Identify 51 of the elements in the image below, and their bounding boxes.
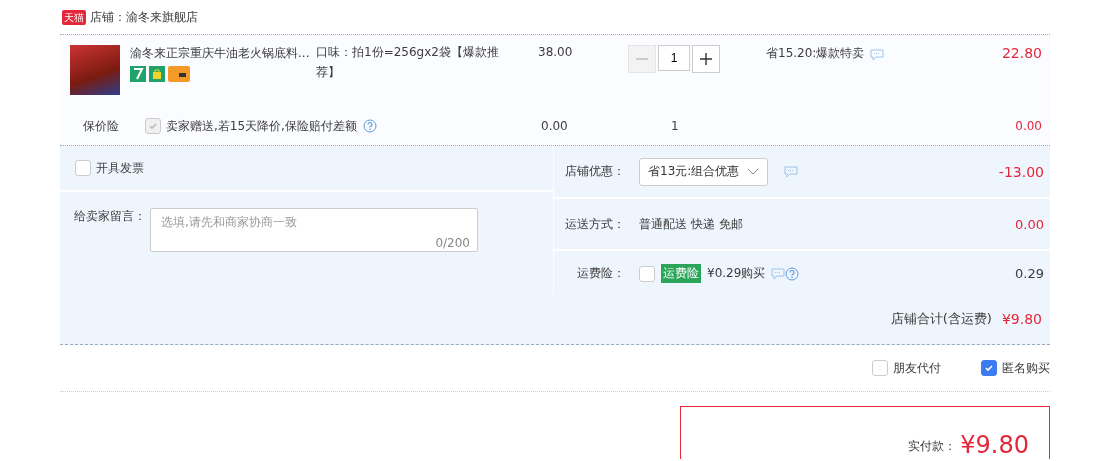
unit-price: 38.00 xyxy=(538,45,574,61)
discount-dropdown[interactable]: 省13元:组合优惠 xyxy=(639,157,769,186)
insurance-text: 卖家赠送,若15天降价,保险赔付差额 xyxy=(166,117,357,135)
item-subtotal: 22.80 xyxy=(1001,45,1042,61)
option-label[interactable]: 匿名购买 xyxy=(1002,359,1050,377)
insurance-quantity: 1 xyxy=(670,119,680,133)
shipping-amount: 0.00 xyxy=(1015,216,1044,232)
freight-insurance-label: 运费险： xyxy=(576,265,626,282)
checkbox[interactable] xyxy=(981,360,997,376)
chevron-down-icon xyxy=(747,167,760,176)
checkbox[interactable] xyxy=(872,360,888,376)
checkbox[interactable] xyxy=(75,160,91,176)
option-label[interactable]: 朋友代付 xyxy=(893,359,941,377)
message-label: 给卖家留言： xyxy=(74,208,146,225)
shop-total-label: 店铺合计(含运费) xyxy=(890,310,992,328)
decrease-button[interactable] xyxy=(628,45,656,73)
insurance-label: 保价险 xyxy=(82,117,120,135)
mall-badge: 天猫 xyxy=(62,9,86,25)
photo-placeholder[interactable] xyxy=(70,45,120,95)
payment-amount: ¥9.80 xyxy=(960,431,1029,459)
help-icon[interactable] xyxy=(362,119,377,133)
freight-insurance-price: ¥0.29购买 xyxy=(707,265,766,282)
comment-icon[interactable] xyxy=(784,165,799,178)
payment-label: 实付款： xyxy=(908,438,957,455)
checkmark-icon xyxy=(984,363,994,373)
shop-name[interactable]: 店铺：渝冬来旗舰店 xyxy=(90,8,198,26)
card-icon xyxy=(168,66,190,82)
plus-icon xyxy=(700,53,712,65)
checkmark-icon xyxy=(148,121,158,131)
increase-button[interactable] xyxy=(692,45,720,73)
shop-discount-amount: -13.00 xyxy=(998,163,1044,180)
shipping-label: 运送方式： xyxy=(564,215,626,233)
freight-insurance-tag: 运费险 xyxy=(661,264,701,283)
shop-discount-label: 店铺优惠： xyxy=(564,163,626,180)
character-counter: 0/200 xyxy=(435,236,470,250)
insurance-price: 0.00 xyxy=(541,119,569,133)
discount-text: 省15.20:爆款特卖 xyxy=(766,45,865,62)
help-icon[interactable] xyxy=(785,266,800,281)
invoice-label[interactable]: 开具发票 xyxy=(96,159,144,177)
quantity-field[interactable]: 1 xyxy=(658,45,690,71)
shop-total-amount: ¥9.80 xyxy=(1001,311,1042,327)
insurance-subtotal: 0.00 xyxy=(1015,119,1042,133)
freight-insurance-amount: 0.29 xyxy=(1015,266,1044,281)
shopping-bag-icon xyxy=(149,66,165,82)
seven-day-badge-icon xyxy=(130,66,146,82)
comment-icon[interactable] xyxy=(870,49,885,61)
comment-icon[interactable] xyxy=(771,267,786,280)
product-attribute: 口味：拍1份=256gx2袋【爆款推荐】 xyxy=(316,44,500,81)
product-title[interactable]: 渝冬来正宗重庆牛油老火锅底料... xyxy=(130,45,316,62)
checkbox[interactable] xyxy=(639,265,655,282)
shipping-method: 普通配送 快递 免邮 xyxy=(639,215,744,233)
